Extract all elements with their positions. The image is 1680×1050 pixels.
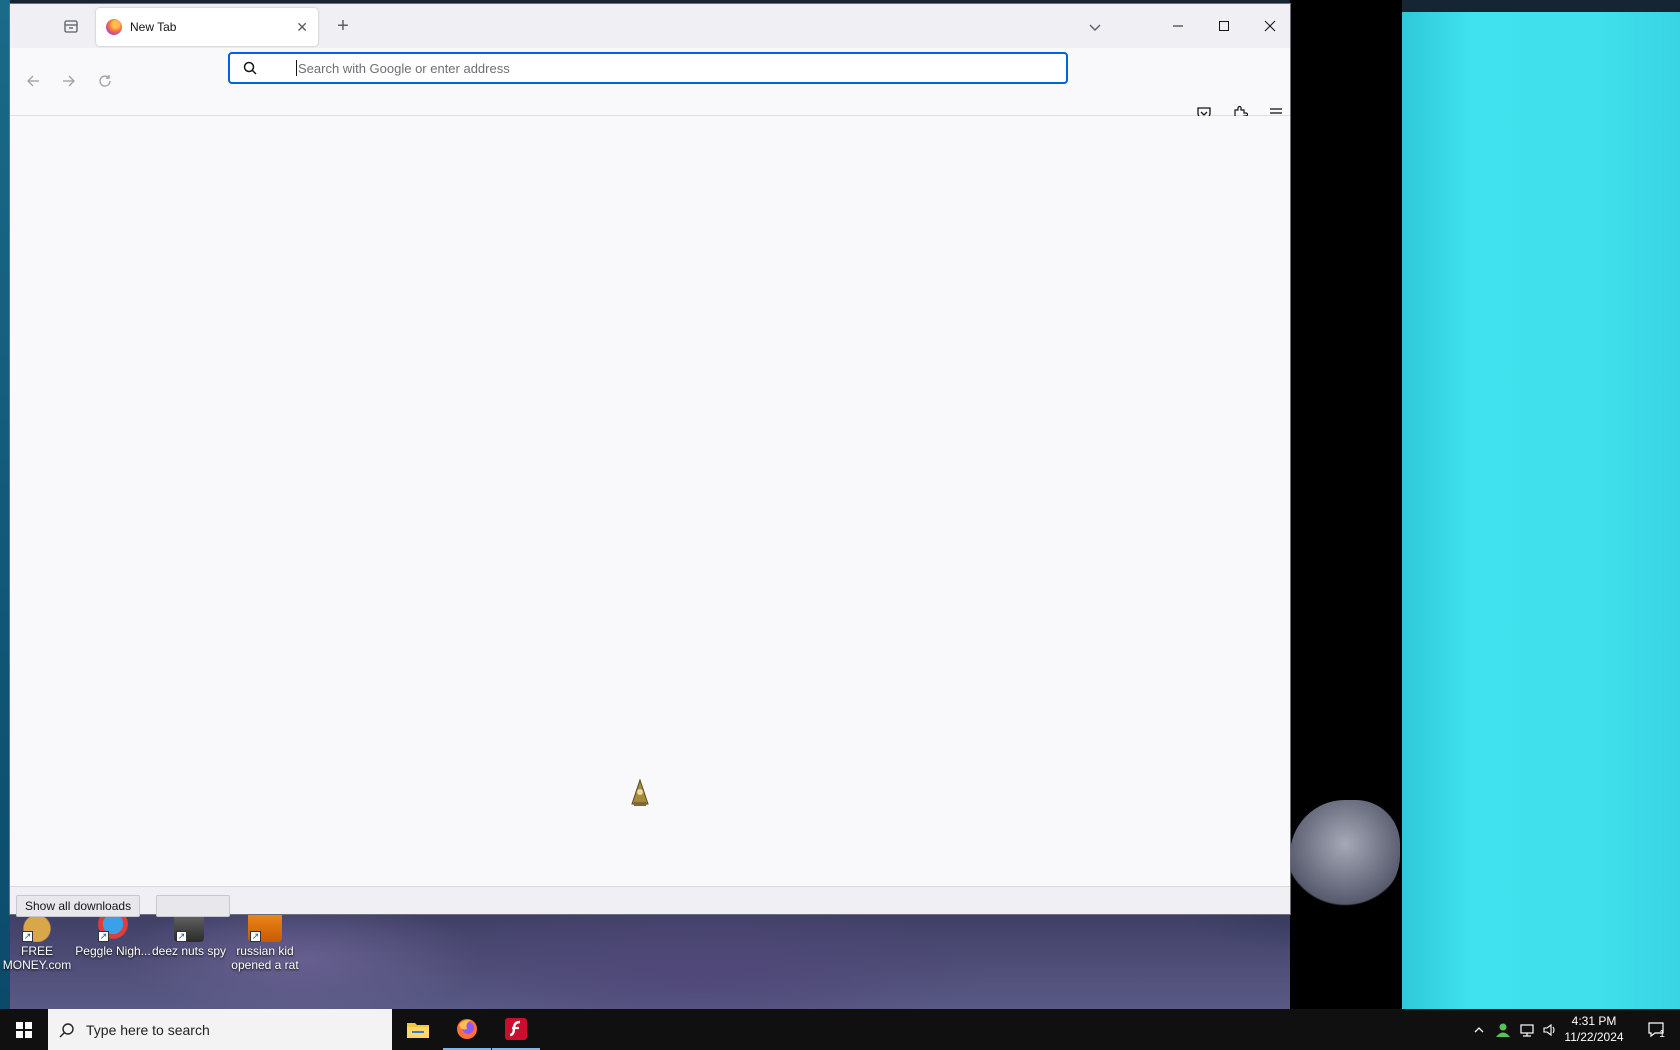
show-hidden-icons-button[interactable] <box>1468 1009 1490 1050</box>
maximize-button[interactable] <box>1201 10 1247 42</box>
taskbar-firefox[interactable] <box>443 1009 491 1050</box>
shortcut-arrow-icon: ↗ <box>250 931 261 942</box>
firefox-view-button[interactable] <box>60 15 82 37</box>
taskbar-clock[interactable]: 4:31 PM 11/22/2024 <box>1552 1013 1636 1045</box>
new-tab-button[interactable]: + <box>332 15 354 37</box>
forward-button[interactable] <box>54 66 84 96</box>
cursor-sprite-icon <box>631 778 649 806</box>
flash-player-icon <box>505 1017 527 1040</box>
firefox-icon <box>457 1018 477 1039</box>
firefox-favicon-icon <box>106 19 122 35</box>
search-icon <box>230 61 270 75</box>
start-button[interactable] <box>0 1009 48 1050</box>
desktop-icon-label: FREE MONEY.com <box>2 944 72 972</box>
text-caret <box>296 60 297 76</box>
shortcut-arrow-icon: ↗ <box>22 931 33 942</box>
close-icon <box>1264 20 1276 32</box>
action-center-button[interactable]: 1 <box>1636 1009 1676 1050</box>
firefox-view-icon <box>64 20 78 33</box>
downloads-bar: Show all downloads <box>10 886 1290 917</box>
arrow-right-icon <box>63 75 75 87</box>
taskbar-file-explorer[interactable] <box>394 1009 442 1050</box>
shortcut-arrow-icon: ↗ <box>176 931 187 942</box>
close-window-button[interactable] <box>1247 10 1293 42</box>
desktop-icon-free-money[interactable]: ↗ FREE MONEY.com <box>0 912 76 972</box>
desktop-icon-deez-nuts-spy[interactable]: ↗ deez nuts spy <box>150 912 228 958</box>
taskbar: 4:31 PM 11/22/2024 1 <box>0 1009 1680 1050</box>
desktop-icon-label: Peggle Nigh... <box>75 944 151 958</box>
chevron-up-icon <box>1474 1026 1484 1032</box>
arrow-left-icon <box>27 75 39 87</box>
taskbar-search-box[interactable] <box>48 1009 392 1050</box>
shortcut-arrow-icon: ↗ <box>98 931 109 942</box>
wallpaper-hand <box>1290 800 1400 910</box>
tray-network-button[interactable] <box>1516 1009 1538 1050</box>
file-explorer-icon <box>407 1022 429 1038</box>
network-icon <box>1520 1023 1534 1037</box>
clock-date: 11/22/2024 <box>1564 1030 1624 1044</box>
desktop-icon-peggle[interactable]: ↗ Peggle Nigh... <box>74 912 152 958</box>
downloads-secondary-button[interactable] <box>156 895 230 917</box>
minimize-icon <box>1173 25 1183 27</box>
address-input[interactable] <box>298 60 1066 76</box>
search-icon <box>48 1022 86 1038</box>
tab-strip: New Tab ✕ + <box>10 4 1290 48</box>
notification-count: 1 <box>1659 1029 1665 1040</box>
desktop-icon-russian-kid[interactable]: ↗ russian kid opened a rat <box>226 912 304 972</box>
show-all-downloads-button[interactable]: Show all downloads <box>16 895 141 917</box>
user-status-icon <box>1496 1023 1510 1037</box>
plus-icon: + <box>337 14 349 37</box>
maximize-icon <box>1219 21 1229 31</box>
reload-button[interactable] <box>90 66 120 96</box>
desktop-icon-label: russian kid opened a rat <box>231 944 299 972</box>
reload-icon <box>99 75 111 87</box>
clock-time: 4:31 PM <box>1571 1014 1617 1028</box>
tab-close-icon[interactable]: ✕ <box>296 19 308 36</box>
tray-user-button[interactable] <box>1492 1009 1514 1050</box>
desktop-edge <box>0 0 10 1009</box>
minimize-button[interactable] <box>1155 10 1201 42</box>
tab-new-tab[interactable]: New Tab ✕ <box>96 8 318 46</box>
taskbar-flash-player[interactable] <box>492 1009 540 1050</box>
url-bar[interactable] <box>228 52 1068 84</box>
taskbar-search-input[interactable] <box>86 1021 392 1038</box>
list-all-tabs-button[interactable] <box>1084 16 1106 38</box>
back-button[interactable] <box>18 66 48 96</box>
desktop-icon-label: deez nuts spy <box>151 944 227 958</box>
new-tab-page <box>10 116 1290 886</box>
chevron-down-icon <box>1089 24 1101 31</box>
tab-title: New Tab <box>130 20 177 34</box>
rat-app-icon: ↗ <box>248 912 282 942</box>
windows-logo-icon <box>16 1021 32 1038</box>
wallpaper-cyan-region <box>1402 12 1680 1009</box>
